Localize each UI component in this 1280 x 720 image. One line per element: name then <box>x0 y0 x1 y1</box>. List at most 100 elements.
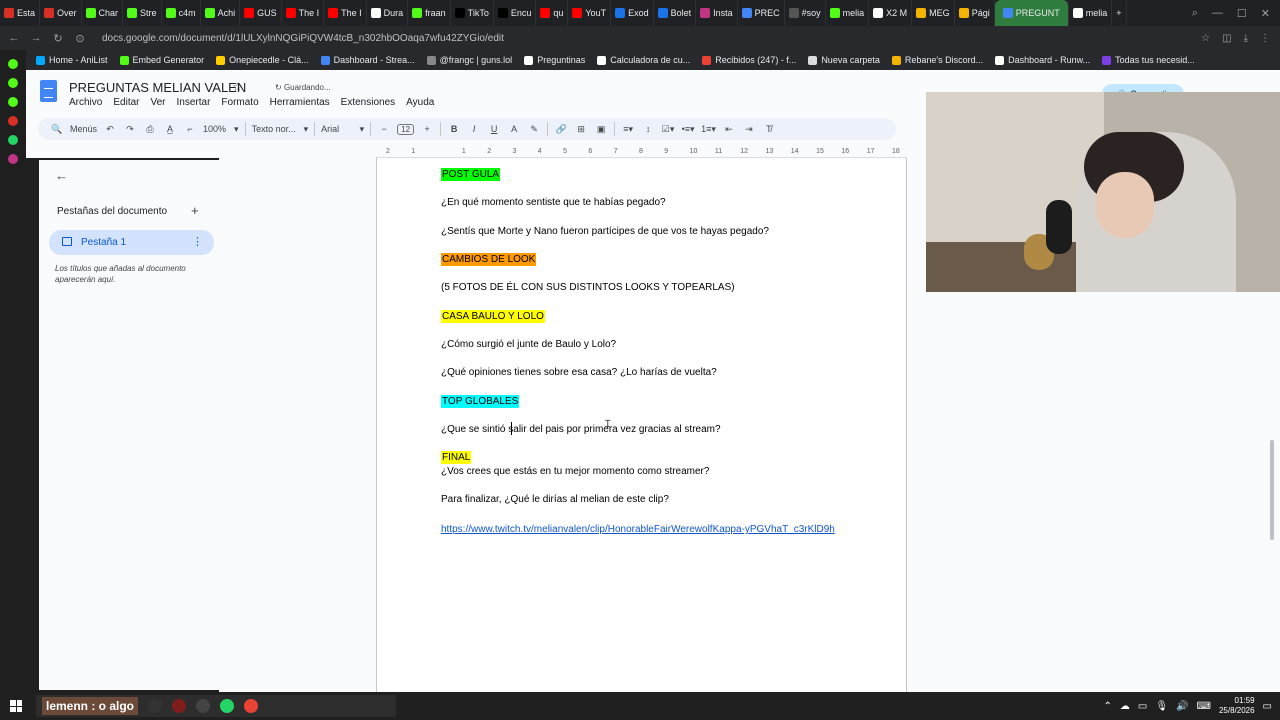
bookmark-item[interactable]: Dashboard - Runw... <box>995 55 1090 65</box>
menu-item-archivo[interactable]: Archivo <box>69 97 102 108</box>
checklist-icon[interactable]: ☑▾ <box>661 124 675 135</box>
font-size-input[interactable]: 12 <box>397 123 415 135</box>
browser-tab[interactable]: X2 M <box>869 0 913 26</box>
increase-font-icon[interactable]: + <box>420 124 434 134</box>
print-icon[interactable]: ⎙ <box>143 124 157 135</box>
increase-indent-icon[interactable]: ⇥ <box>742 124 756 135</box>
bookmark-item[interactable]: Dashboard - Strea... <box>320 55 415 65</box>
browser-tab[interactable]: Dura <box>367 0 409 26</box>
menu-item-ver[interactable]: Ver <box>150 97 165 108</box>
browser-tab[interactable]: melia <box>826 0 870 26</box>
browser-tab[interactable]: TikTo <box>451 0 494 26</box>
mic-icon[interactable]: 🎙 <box>1155 701 1168 712</box>
highlight-color-icon[interactable]: ✎ <box>527 124 541 135</box>
zoom-select[interactable]: 100% ▾ <box>203 124 239 135</box>
chrome-icon[interactable] <box>244 699 259 713</box>
back-icon[interactable]: ← <box>6 32 22 44</box>
taskbar-app-icon[interactable] <box>172 699 187 713</box>
menu-item-editar[interactable]: Editar <box>113 97 139 108</box>
text-color-icon[interactable]: A <box>507 124 521 134</box>
browser-tab[interactable]: Encu <box>494 0 537 26</box>
menu-item-insertar[interactable]: Insertar <box>177 97 211 108</box>
comment-icon[interactable]: ⊞ <box>574 124 588 135</box>
menu-kebab-icon[interactable]: ⋮ <box>1260 33 1270 44</box>
browser-tab[interactable]: Pági <box>955 0 995 26</box>
download-icon[interactable]: ⤓ <box>1244 33 1248 44</box>
bookmark-star-icon[interactable]: ☆ <box>1201 33 1210 44</box>
bullet-list-icon[interactable]: •≡▾ <box>681 124 695 135</box>
windows-start-icon[interactable] <box>10 700 22 712</box>
document-page[interactable]: Ɪ POST GULA ¿En qué momento sentiste que … <box>376 158 907 692</box>
browser-tab[interactable]: Stre <box>123 0 162 26</box>
taskbar-app-icon[interactable] <box>148 699 163 713</box>
obs-icon[interactable] <box>196 699 211 713</box>
document-tab-item[interactable]: Pestaña 1 ⋮ <box>49 230 214 255</box>
dock-app-icon[interactable] <box>8 116 18 126</box>
browser-tab[interactable]: #soy <box>785 0 826 26</box>
browser-tab[interactable]: Achi <box>201 0 241 26</box>
browser-tab[interactable]: PREC <box>738 0 785 26</box>
menu-item-formato[interactable]: Formato <box>221 97 258 108</box>
back-arrow-icon[interactable]: ← <box>55 168 68 183</box>
notification-icon[interactable]: ▭ <box>1263 701 1272 712</box>
reload-icon[interactable]: ↻ <box>50 32 66 45</box>
language-icon[interactable]: ⌨ <box>1197 701 1211 712</box>
align-icon[interactable]: ≡▾ <box>621 124 635 135</box>
bookmark-item[interactable]: Home - AniList <box>36 55 108 65</box>
menu-item-ayuda[interactable]: Ayuda <box>406 97 434 108</box>
dock-app-icon[interactable] <box>8 97 18 107</box>
link-icon[interactable]: 🔗 <box>554 124 568 135</box>
browser-tab[interactable]: MEG <box>912 0 955 26</box>
instagram-icon[interactable] <box>8 154 18 164</box>
browser-tab[interactable]: GUS <box>240 0 282 26</box>
extensions-icon[interactable]: ◫ <box>1222 33 1231 44</box>
star-icon[interactable]: ☆ <box>232 80 243 94</box>
menu-item-herramientas[interactable]: Herramientas <box>270 97 330 108</box>
whatsapp-icon[interactable] <box>8 135 18 145</box>
add-tab-icon[interactable]: + <box>191 203 199 218</box>
close-icon[interactable]: ✕ <box>1261 7 1270 20</box>
minimize-icon[interactable]: — <box>1212 7 1223 20</box>
whatsapp-icon[interactable] <box>220 699 235 713</box>
browser-tab[interactable]: PREGUNT <box>994 0 1069 26</box>
dock-app-icon[interactable] <box>8 78 18 88</box>
browser-tab[interactable]: The I <box>282 0 325 26</box>
italic-icon[interactable]: I <box>467 124 481 134</box>
image-icon[interactable]: ▣ <box>594 124 608 135</box>
browser-tab[interactable]: c4m <box>162 0 201 26</box>
address-input[interactable]: docs.google.com/document/d/1lULXylnNQGiP… <box>102 33 504 44</box>
bookmark-item[interactable]: Todas tus necesid... <box>1102 55 1195 65</box>
browser-tab[interactable]: fraan <box>408 0 451 26</box>
browser-tab[interactable]: YouT <box>568 0 612 26</box>
bookmark-item[interactable]: Nueva carpeta <box>808 55 880 65</box>
network-icon[interactable]: ▭ <box>1138 701 1147 712</box>
browser-tab[interactable]: qu <box>536 0 569 26</box>
search-menus-label[interactable]: Menús <box>70 124 97 134</box>
bookmark-item[interactable]: Embed Generator <box>119 55 204 65</box>
taskbar-search[interactable]: lemenn : o algo <box>36 695 396 717</box>
dock-app-icon[interactable] <box>8 59 18 69</box>
clock[interactable]: 01:59 25/8/2026 <box>1219 696 1255 716</box>
docs-logo-icon[interactable] <box>40 80 57 102</box>
browser-tab[interactable]: Bolet <box>654 0 697 26</box>
redo-icon[interactable]: ↷ <box>123 124 137 135</box>
bold-icon[interactable]: B <box>447 124 461 134</box>
maximize-icon[interactable]: ☐ <box>1237 7 1247 20</box>
bookmark-item[interactable]: Onepiecedle - Clá... <box>216 55 309 65</box>
vertical-scrollbar[interactable] <box>1270 440 1274 540</box>
underline-icon[interactable]: U <box>487 124 501 134</box>
ruler[interactable]: 2 1 1 2 3 4 5 6 7 8 9 10 11 12 13 14 15 16 17 18 <box>376 148 907 158</box>
new-tab-button[interactable]: + <box>1112 0 1127 26</box>
clear-formatting-icon[interactable]: T̸ <box>762 124 776 134</box>
decrease-indent-icon[interactable]: ⇤ <box>722 124 736 135</box>
search-menus-icon[interactable]: 🔍 <box>50 124 64 135</box>
browser-tab[interactable]: Over <box>40 0 82 26</box>
cloud-icon[interactable]: ☁ <box>1120 701 1130 712</box>
browser-tab[interactable]: Char <box>82 0 124 26</box>
browser-tab[interactable]: Exod <box>611 0 654 26</box>
search-tabs-icon[interactable]: ⌕ <box>1192 7 1198 20</box>
document-title[interactable]: PREGUNTAS MELIAN VALEN <box>69 80 246 95</box>
site-info-icon[interactable]: ⊙ <box>72 32 88 45</box>
browser-tab[interactable]: Esta <box>0 0 41 26</box>
forward-icon[interactable]: → <box>28 32 44 44</box>
